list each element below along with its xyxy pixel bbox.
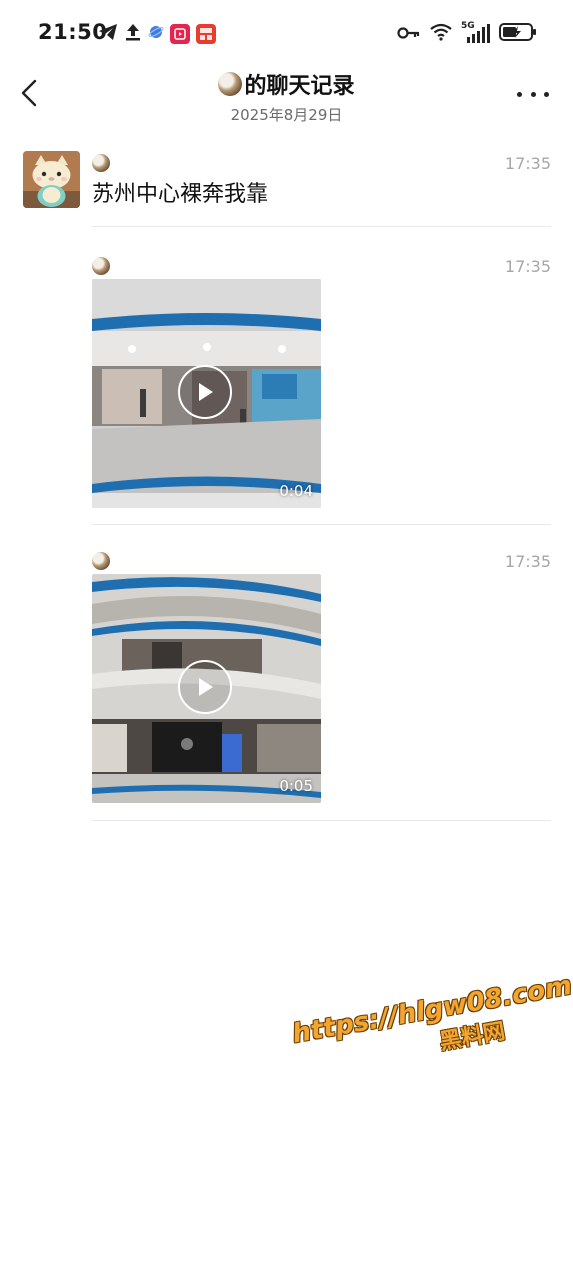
status-bar: 21:50 5G — [0, 0, 573, 66]
more-options-button[interactable] — [517, 84, 549, 104]
upload-icon — [124, 22, 142, 46]
more-dot-icon — [517, 91, 522, 97]
video-thumbnail[interactable]: 0:04 — [92, 279, 321, 508]
battery-charging-icon — [499, 22, 537, 46]
divider — [92, 226, 551, 227]
play-icon — [199, 678, 213, 696]
message-time: 17:35 — [504, 257, 551, 276]
page-title-text: 的聊天记录 — [244, 74, 355, 99]
message-time: 17:35 — [504, 552, 551, 571]
more-dot-icon — [530, 91, 536, 97]
video-app-icon — [170, 24, 190, 44]
more-dot-icon — [544, 91, 549, 97]
notification-icons — [98, 22, 216, 46]
play-button[interactable] — [178, 660, 232, 714]
record-item: 17:35 0:04 — [92, 257, 551, 509]
coconut-avatar-icon — [218, 72, 243, 96]
telegram-icon — [98, 23, 118, 45]
play-icon — [199, 383, 213, 401]
sender-avatar[interactable] — [23, 151, 80, 208]
header-title-block: 的聊天记录 2025年8月29日 — [0, 68, 573, 125]
sender-name-coconut-icon — [92, 257, 110, 275]
message-text: 苏州中心裸奔我靠 — [92, 182, 269, 207]
vpn-key-icon — [397, 25, 421, 44]
message-time: 17:35 — [504, 154, 551, 173]
page-title: 的聊天记录 — [218, 68, 355, 100]
status-time: 21:50 — [38, 20, 108, 44]
video-duration: 0:04 — [279, 482, 313, 500]
system-icons: 5G — [397, 21, 537, 46]
planet-icon — [148, 24, 164, 44]
page-subtitle-date: 2025年8月29日 — [230, 106, 343, 124]
divider — [92, 524, 551, 525]
signal-5g-icon: 5G — [461, 21, 491, 44]
sender-name-coconut-icon — [92, 154, 110, 172]
record-item: 17:35 0:05 — [92, 552, 551, 804]
video-duration: 0:05 — [279, 777, 313, 795]
watermark: https://hlgw08.com 黑料网 — [290, 971, 573, 1081]
wifi-icon — [429, 23, 453, 45]
video-thumbnail[interactable]: 0:05 — [92, 574, 321, 803]
plush-cat-avatar-icon — [23, 151, 80, 208]
sender-name-coconut-icon — [92, 552, 110, 570]
play-button[interactable] — [178, 365, 232, 419]
divider — [92, 820, 551, 821]
record-item[interactable]: 17:35 苏州中心裸奔我靠 — [92, 154, 551, 214]
news-app-icon — [196, 24, 216, 44]
chat-record-header: 的聊天记录 2025年8月29日 — [0, 66, 573, 136]
